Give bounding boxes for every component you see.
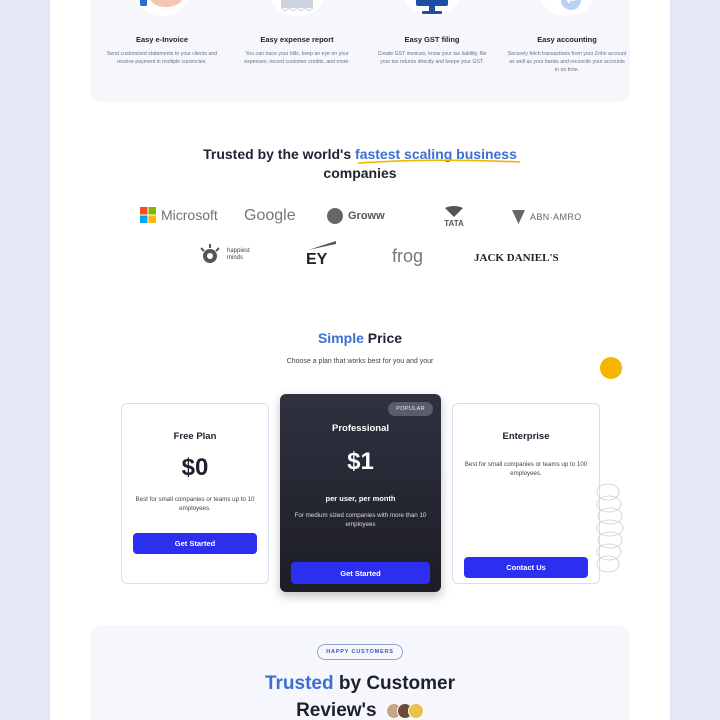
plan-billing-period: per user, per month xyxy=(325,494,396,503)
monitor-icon xyxy=(402,0,462,16)
plan-price: $1 xyxy=(347,448,374,475)
plan-description: Best for small companies or teams up to … xyxy=(135,496,255,512)
feature-text: Send customized statements to your clien… xyxy=(106,51,218,65)
tata-icon xyxy=(445,206,463,217)
feature-title: Easy expense report xyxy=(260,35,334,44)
reviews-heading-line2: Review's xyxy=(296,700,377,720)
plan-card-professional: POPULAR Professional $1 per user, per mo… xyxy=(280,394,441,592)
pricing-subtitle: Choose a plan that works best for you an… xyxy=(286,358,434,365)
logo-text: ABN·AMRO xyxy=(530,212,582,222)
reviews-section: HAPPY CUSTOMERS Trusted by Customer Revi… xyxy=(90,625,630,720)
plan-description: For medium sized companies with more tha… xyxy=(294,512,427,528)
logo-frog: frog xyxy=(392,246,423,267)
decorative-dot xyxy=(600,357,622,379)
logo-text: frog xyxy=(392,246,424,266)
logo-groww: Groww xyxy=(327,208,385,224)
logo-happiest-minds: happiest minds xyxy=(198,243,257,267)
receipt-icon xyxy=(267,0,327,16)
groww-icon xyxy=(327,208,343,224)
logo-google: Google xyxy=(244,207,296,225)
pricing-heading-rest: Price xyxy=(363,330,403,346)
avatar xyxy=(407,702,424,719)
feature-text: Securely fetch transactions from your Zo… xyxy=(507,51,627,73)
reviews-heading: Trusted by Customer Review's xyxy=(90,670,630,720)
logo-text: Groww xyxy=(348,210,385,222)
pricing-heading-highlight: Simple xyxy=(317,330,364,346)
get-started-button[interactable]: Get Started xyxy=(133,533,257,554)
happy-customers-pill: HAPPY CUSTOMERS xyxy=(317,644,403,660)
customer-avatars xyxy=(385,702,424,719)
logo-text: TATA xyxy=(444,219,464,228)
feature-title: Easy GST filing xyxy=(404,35,460,44)
logo-microsoft: Microsoft xyxy=(140,207,218,223)
abn-shield-icon xyxy=(512,210,525,224)
plan-name: Free Plan xyxy=(173,431,217,442)
reviews-heading-rest: by Customer xyxy=(333,673,456,694)
trusted-suffix: companies xyxy=(323,165,397,181)
decorative-loops xyxy=(596,483,624,573)
get-started-button[interactable]: Get Started xyxy=(291,562,430,584)
trusted-prefix: Trusted by the world's xyxy=(203,146,356,162)
pricing-heading: Simple Price xyxy=(50,330,670,346)
logo-text: happiest minds xyxy=(227,248,250,261)
logo-text: Microsoft xyxy=(161,207,218,223)
features-section: Easy e-Invoice Send customized statement… xyxy=(90,0,630,102)
plan-card-free: Free Plan $0 Best for small companies or… xyxy=(121,403,269,584)
feature-text: You can trace your bills, keep an eye on… xyxy=(244,51,350,65)
accounting-icon xyxy=(537,0,597,16)
happiest-minds-icon xyxy=(200,244,220,263)
logo-abn-amro: ABN·AMRO xyxy=(512,210,582,224)
logo-text: Google xyxy=(244,207,296,224)
plan-price: $0 xyxy=(181,454,209,481)
highlight-underline xyxy=(357,159,521,164)
popular-badge: POPULAR xyxy=(388,402,433,416)
plan-name: Professional xyxy=(331,423,390,434)
contact-us-button[interactable]: Contact Us xyxy=(464,557,588,578)
plan-name: Enterprise xyxy=(502,431,550,442)
logo-text: EY xyxy=(306,251,328,268)
plan-card-enterprise: Enterprise Best for small companies or t… xyxy=(452,403,600,584)
logo-jack-daniels: JACK DANIEL'S xyxy=(474,252,559,264)
microsoft-squares-icon xyxy=(140,207,156,223)
invoice-icon xyxy=(132,0,192,16)
logo-ey: EY xyxy=(306,241,338,269)
logo-tata: TATA xyxy=(443,206,465,228)
feature-title: Easy accounting xyxy=(537,35,597,44)
reviews-heading-highlight: Trusted xyxy=(264,673,334,694)
ey-beam-icon xyxy=(308,241,336,250)
feature-text: Create GST invoices, know your tax liabi… xyxy=(377,51,487,65)
logo-text: JACK DANIEL'S xyxy=(474,252,559,264)
page: Easy e-Invoice Send customized statement… xyxy=(50,0,670,720)
plan-description: Best for small companies or teams up to … xyxy=(464,461,588,477)
feature-title: Easy e-Invoice xyxy=(135,35,189,44)
